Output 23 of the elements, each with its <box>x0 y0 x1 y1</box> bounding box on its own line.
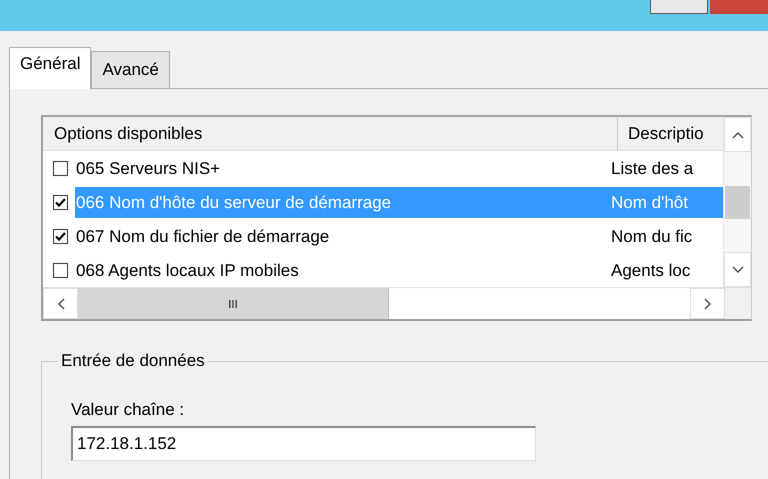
field-label: Valeur chaîne : <box>71 400 186 420</box>
scrollbar-corner <box>725 288 751 319</box>
table-cell: Nom d'hôt <box>601 186 723 218</box>
tab[interactable]: Général <box>9 47 92 89</box>
checkbox[interactable] <box>53 262 68 278</box>
input-field[interactable]: 172.18.1.152 <box>71 426 536 461</box>
table-cell-text: Agents loc <box>610 260 692 282</box>
table-cell-text: Liste des a <box>610 158 694 180</box>
checkbox[interactable] <box>53 194 68 210</box>
checkbox[interactable] <box>53 160 68 176</box>
table-cell-text: Nom du fic <box>610 226 694 248</box>
tab[interactable]: Avancé <box>91 51 170 88</box>
list-item[interactable]: 067 Nom du fichier de démarrage <box>75 220 601 252</box>
scrollbar-thumb[interactable] <box>725 186 750 218</box>
list-item[interactable]: 068 Agents locaux IP mobiles <box>75 254 601 286</box>
list-item[interactable]: 065 Serveurs NIS+ <box>75 152 601 184</box>
scrollbar-thumb[interactable] <box>78 288 389 319</box>
checkbox[interactable] <box>53 228 68 244</box>
maximize-button[interactable] <box>650 0 708 14</box>
horizontal-scrollbar[interactable] <box>43 287 751 319</box>
vertical-scrollbar[interactable] <box>723 117 751 287</box>
column-header[interactable]: Descriptio <box>618 117 704 150</box>
grip-icon <box>228 298 238 308</box>
